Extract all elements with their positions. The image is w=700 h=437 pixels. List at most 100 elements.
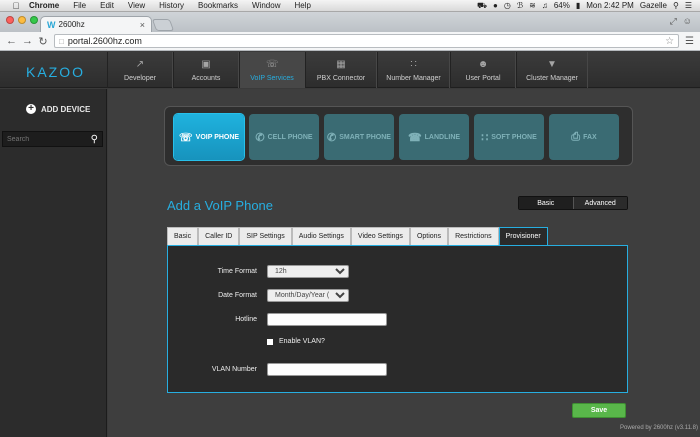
page-icon: □: [59, 36, 64, 46]
basic-advanced-toggle: Basic Advanced: [518, 196, 628, 210]
nav-accounts-label: Accounts: [191, 74, 221, 82]
mac-menu-bar:  Chrome File Edit View History Bookmark…: [0, 0, 700, 12]
toggle-basic-button[interactable]: Basic: [519, 197, 573, 209]
voip-icon: ☏: [266, 58, 279, 70]
nav-pbx-connector[interactable]: ▦ PBX Connector: [305, 52, 377, 88]
device-soft-phone[interactable]: ∷ SOFT PHONE: [474, 114, 544, 160]
nav-developer[interactable]: ↗ Developer: [107, 52, 173, 88]
device-voip-phone[interactable]: ☏ VOIP PHONE: [174, 114, 244, 160]
zoom-window-button[interactable]: [30, 16, 38, 24]
truck-icon[interactable]: ⛟: [477, 1, 487, 11]
fullscreen-icon[interactable]: ⤢: [670, 16, 677, 27]
device-smart-phone-label: SMART PHONE: [339, 133, 391, 141]
wifi-icon[interactable]: ≋: [529, 1, 536, 10]
device-cell-phone[interactable]: ✆ CELL PHONE: [249, 114, 319, 160]
menu-history[interactable]: History: [152, 0, 191, 12]
menu-window[interactable]: Window: [245, 0, 287, 12]
user-name[interactable]: Gazelle: [640, 1, 667, 10]
tab-provisioner[interactable]: Provisioner: [498, 227, 548, 245]
clock[interactable]: Mon 2:42 PM: [586, 1, 634, 10]
chrome-menu-icon[interactable]: ☰: [685, 36, 694, 47]
search-icon[interactable]: ⚲: [91, 134, 98, 145]
device-fax-label: FAX: [583, 133, 597, 141]
nav-user-portal-label: User Portal: [465, 74, 501, 82]
tab-audio-settings[interactable]: Audio Settings: [291, 227, 351, 245]
time-format-select[interactable]: 12h: [267, 264, 349, 278]
nav-user-portal[interactable]: ☻ User Portal: [450, 52, 516, 88]
enable-vlan-row: Enable VLAN?: [267, 338, 325, 345]
device-cell-phone-label: CELL PHONE: [267, 133, 313, 141]
date-format-select[interactable]: Month/Day/Year (US: [267, 288, 349, 302]
tab-options[interactable]: Options: [409, 227, 449, 245]
browser-tab-strip: W 2600hz × ⤢ ☺: [0, 12, 700, 32]
vlan-number-row: VLAN Number: [168, 362, 629, 376]
nav-developer-label: Developer: [124, 74, 156, 82]
device-voip-phone-label: VOIP PHONE: [195, 133, 240, 141]
nav-cluster-manager[interactable]: ▼ Cluster Manager: [516, 52, 588, 88]
back-icon[interactable]: ←: [6, 35, 17, 47]
tab-video-settings[interactable]: Video Settings: [350, 227, 410, 245]
app-header: KAZOO ↗ Developer ▣ Accounts ☏ VoIP Serv…: [0, 52, 700, 88]
save-button[interactable]: Save: [572, 403, 626, 418]
date-format-row: Date Format Month/Day/Year (US: [168, 288, 629, 302]
notifications-icon[interactable]: ☰: [685, 1, 692, 10]
cluster-icon: ▼: [547, 58, 557, 70]
browser-tab[interactable]: W 2600hz ×: [40, 16, 152, 32]
nav-voip-services[interactable]: ☏ VoIP Services: [239, 52, 305, 88]
kazoo-logo[interactable]: KAZOO: [26, 64, 85, 80]
volume-icon[interactable]: ♫: [542, 1, 548, 10]
enable-vlan-label: Enable VLAN?: [279, 338, 325, 345]
hotline-row: Hotline: [168, 312, 629, 326]
vlan-number-input[interactable]: [267, 362, 387, 376]
forward-icon[interactable]: →: [22, 35, 33, 47]
menu-app-chrome[interactable]: Chrome: [22, 0, 66, 12]
spotlight-icon[interactable]: ⚲: [673, 1, 679, 10]
nav-number-manager-label: Number Manager: [386, 74, 441, 82]
bookmark-star-icon[interactable]: ☆: [665, 36, 674, 47]
profile-icon[interactable]: ☺: [683, 16, 692, 27]
settings-tabs: Basic Caller ID SIP Settings Audio Setti…: [167, 227, 548, 245]
menu-bookmarks[interactable]: Bookmarks: [191, 0, 245, 12]
voip-phone-icon: ☏: [178, 131, 193, 144]
device-type-selector: ☏ VOIP PHONE ✆ CELL PHONE ✆ SMART PHONE …: [164, 106, 633, 166]
tab-sip-settings[interactable]: SIP Settings: [239, 227, 292, 245]
close-tab-icon[interactable]: ×: [140, 20, 145, 30]
apple-icon[interactable]: : [10, 1, 22, 11]
smart-phone-icon: ✆: [327, 131, 337, 144]
minimize-window-button[interactable]: [18, 16, 26, 24]
menu-edit[interactable]: Edit: [93, 0, 121, 12]
menu-view[interactable]: View: [121, 0, 152, 12]
add-device-button[interactable]: + ADD DEVICE: [26, 104, 90, 114]
search-input[interactable]: [7, 135, 91, 143]
battery-icon[interactable]: ▮: [576, 1, 580, 10]
menu-help[interactable]: Help: [287, 0, 317, 12]
new-tab-button[interactable]: [151, 19, 175, 31]
reload-icon[interactable]: ↻: [38, 35, 48, 48]
close-window-button[interactable]: [6, 16, 14, 24]
device-landline[interactable]: ☎ LANDLINE: [399, 114, 469, 160]
tab-caller-id[interactable]: Caller ID: [198, 227, 240, 245]
menu-file[interactable]: File: [66, 0, 93, 12]
chart-icon: ↗: [135, 58, 145, 70]
device-landline-label: LANDLINE: [424, 133, 461, 141]
nav-accounts[interactable]: ▣ Accounts: [173, 52, 239, 88]
enable-vlan-checkbox[interactable]: [267, 338, 273, 345]
hotline-label: Hotline: [235, 315, 257, 323]
bluetooth-icon[interactable]: ℬ: [517, 1, 523, 10]
nav-number-manager[interactable]: ∷ Number Manager: [377, 52, 450, 88]
device-smart-phone[interactable]: ✆ SMART PHONE: [324, 114, 394, 160]
menu-status-area: ⛟ ● ◷ ℬ ≋ ♫ 64% ▮ Mon 2:42 PM Gazelle ⚲ …: [477, 1, 700, 11]
nav-pbx-connector-label: PBX Connector: [316, 74, 366, 82]
tab-restrictions[interactable]: Restrictions: [448, 227, 499, 245]
window-controls: [6, 16, 38, 24]
time-machine-icon[interactable]: ◷: [504, 1, 511, 10]
battery-percent[interactable]: 64%: [554, 1, 570, 10]
skype-icon[interactable]: ●: [493, 1, 498, 10]
toggle-advanced-button[interactable]: Advanced: [572, 197, 627, 209]
sidebar: + ADD DEVICE ⚲: [0, 89, 107, 437]
device-fax[interactable]: ⎙ FAX: [549, 114, 619, 160]
tab-basic[interactable]: Basic: [167, 227, 199, 245]
hotline-input[interactable]: [267, 312, 387, 326]
window-extra-controls: ⤢ ☺: [670, 16, 692, 27]
address-bar[interactable]: □ portal.2600hz.com ☆: [54, 34, 680, 48]
